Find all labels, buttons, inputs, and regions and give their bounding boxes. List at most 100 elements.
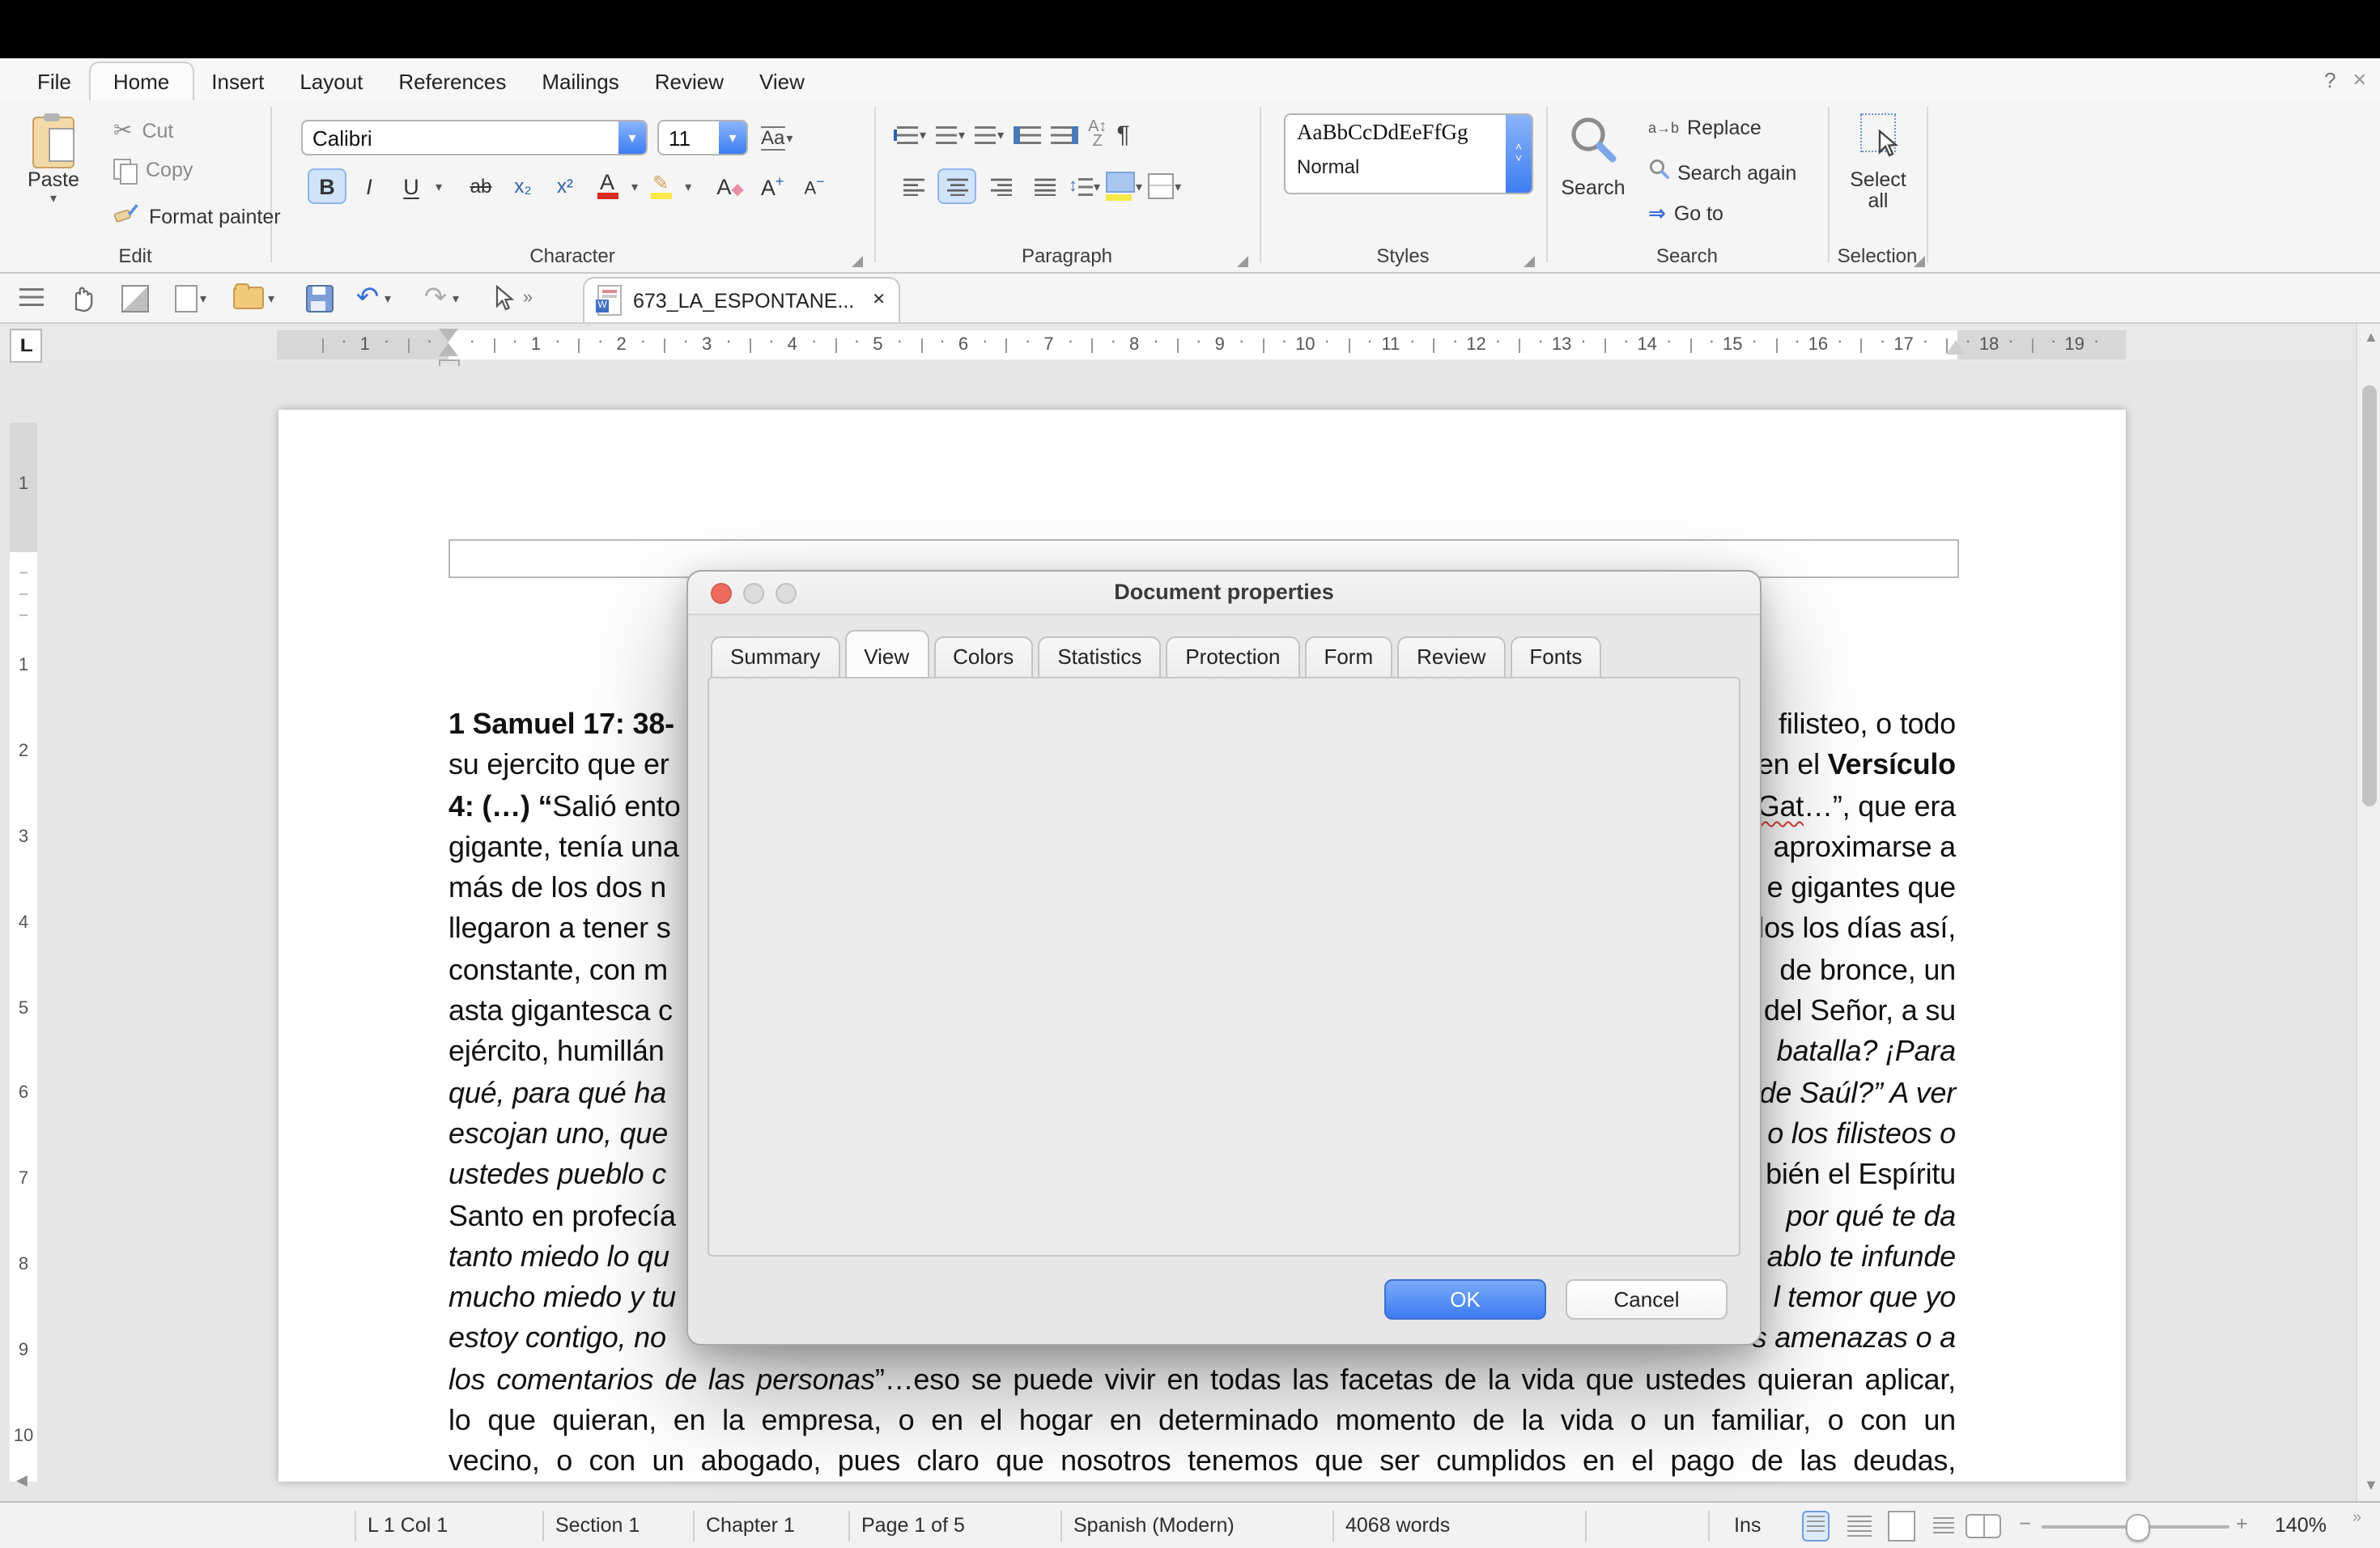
clear-formatting-button[interactable]: A◆	[711, 168, 750, 204]
goto-button[interactable]: ⇒ Go to	[1648, 201, 1723, 227]
dialog-titlebar[interactable]: Document properties	[688, 572, 1760, 615]
cursor-tool-icon[interactable]	[486, 280, 521, 316]
italic-button[interactable]: I	[350, 168, 389, 204]
cancel-button[interactable]: Cancel	[1566, 1279, 1728, 1320]
single-page-view-icon[interactable]	[1802, 1511, 1830, 1542]
right-indent-marker[interactable]	[1946, 340, 1966, 355]
blank-page-view-icon[interactable]	[1888, 1511, 1915, 1542]
underline-button[interactable]: U	[392, 168, 431, 204]
undo-chevron-icon[interactable]: ▾	[379, 280, 395, 316]
new-document-chevron-icon[interactable]: ▾	[194, 280, 210, 316]
zoom-slider-thumb[interactable]	[2126, 1514, 2150, 1542]
sort-icon[interactable]: A↕Z	[1088, 120, 1107, 149]
scroll-up-icon[interactable]: ▲	[2364, 329, 2378, 345]
dialog-tab[interactable]: Fonts	[1510, 636, 1601, 678]
scroll-left-icon[interactable]: ◀	[16, 1472, 28, 1490]
scrollbar-thumb[interactable]	[2361, 385, 2376, 806]
paste-button[interactable]: Paste ▾	[16, 113, 91, 206]
page-number-status[interactable]: Page 1 of 5	[861, 1514, 965, 1537]
ribbon-expand-icon[interactable]	[1914, 256, 1925, 267]
menu-tab[interactable]: Insert	[193, 63, 282, 100]
character-dialog-launcher-icon[interactable]	[852, 256, 863, 267]
word-count-status[interactable]: 4068 words	[1345, 1514, 1450, 1537]
hand-tool-icon[interactable]	[65, 280, 100, 316]
menu-tab[interactable]: Mailings	[524, 63, 636, 100]
sidebar-icon[interactable]	[13, 280, 49, 316]
font-color-button[interactable]: A	[588, 168, 627, 204]
superscript-button[interactable]: x²	[546, 168, 584, 204]
align-right-button[interactable]	[981, 168, 1020, 204]
menu-tab[interactable]: References	[380, 63, 524, 100]
font-color-chevron-icon[interactable]: ▾	[631, 179, 638, 194]
print-preview-icon[interactable]	[117, 280, 152, 316]
tab-close-icon[interactable]: ✕	[872, 291, 886, 309]
style-spinner[interactable]: ˄˅	[1506, 115, 1532, 193]
strikethrough-button[interactable]: ab	[461, 168, 500, 204]
underline-menu-chevron-icon[interactable]: ▾	[436, 179, 442, 194]
format-painter-button[interactable]: Format painter	[113, 201, 281, 232]
formatting-marks-icon[interactable]: ¶	[1116, 121, 1129, 148]
ribbon-collapse-icon[interactable]: ✕	[2352, 69, 2380, 90]
chevron-down-icon[interactable]: ▾	[618, 121, 646, 154]
open-file-icon[interactable]	[230, 280, 266, 316]
open-file-chevron-icon[interactable]: ▾	[262, 280, 278, 316]
scroll-down-icon[interactable]: ▼	[2364, 1477, 2378, 1493]
dialog-tab[interactable]: Statistics	[1038, 636, 1161, 678]
zoom-out-icon[interactable]: −	[2019, 1512, 2031, 1535]
align-left-button[interactable]	[894, 168, 933, 204]
dialog-tab[interactable]: Protection	[1166, 636, 1299, 678]
toolbar-overflow-icon[interactable]: »	[518, 280, 538, 316]
paragraph-dialog-launcher-icon[interactable]	[1237, 256, 1248, 267]
menu-tab[interactable]: Layout	[282, 63, 380, 100]
zoom-in-icon[interactable]: +	[2236, 1512, 2248, 1535]
grow-font-button[interactable]: A+	[753, 168, 792, 204]
dialog-tab[interactable]: Colors	[933, 636, 1033, 678]
font-name-select[interactable]: Calibri ▾	[301, 120, 648, 155]
bullet-list-button[interactable]: ▾	[897, 125, 926, 143]
justify-button[interactable]	[1025, 168, 1064, 204]
decrease-indent-icon[interactable]	[1051, 125, 1078, 143]
line-spacing-button[interactable]: ↕▾	[1069, 176, 1100, 196]
align-center-button[interactable]	[937, 168, 976, 204]
redo-chevron-icon[interactable]: ▾	[447, 280, 463, 316]
document-tab[interactable]: W 673_LA_ESPONTANE... ✕	[583, 277, 900, 322]
chevron-down-icon[interactable]: ▾	[719, 121, 746, 154]
numbered-list-button[interactable]: ▾	[936, 125, 965, 143]
menu-tab[interactable]: View	[742, 63, 822, 100]
indent-marker[interactable]	[439, 329, 458, 356]
zoom-level-status[interactable]: 140%	[2275, 1514, 2327, 1537]
subscript-button[interactable]: x₂	[504, 168, 542, 204]
search-button[interactable]: Search	[1558, 113, 1629, 199]
help-icon[interactable]: ?	[2308, 67, 2352, 91]
menu-tab[interactable]: Home	[89, 62, 193, 100]
language-status[interactable]: Spanish (Modern)	[1073, 1514, 1235, 1537]
menu-tab[interactable]: File	[19, 63, 89, 100]
status-overflow-icon[interactable]: »	[2352, 1509, 2361, 1527]
insert-mode-status[interactable]: Ins	[1734, 1514, 1761, 1537]
copy-button[interactable]: Copy	[113, 159, 193, 181]
font-size-select[interactable]: 11 ▾	[657, 120, 748, 155]
vertical-scrollbar[interactable]: ▲ ▼	[2356, 324, 2380, 1501]
ok-button[interactable]: OK	[1384, 1279, 1546, 1320]
columns-view-icon[interactable]	[1930, 1511, 1957, 1542]
dialog-tab[interactable]: Review	[1397, 636, 1505, 678]
select-all-button[interactable]: Selectall	[1839, 113, 1917, 212]
cut-button[interactable]: ✂ Cut	[113, 117, 173, 144]
menu-tab[interactable]: Review	[637, 63, 742, 100]
styles-dialog-launcher-icon[interactable]	[1524, 256, 1535, 267]
highlight-color-button[interactable]: ✎	[641, 168, 680, 204]
search-again-button[interactable]: Search again	[1648, 159, 1796, 188]
style-picker[interactable]: AaBbCcDdEeFfGg Normal ˄˅	[1284, 113, 1533, 194]
dialog-tab[interactable]: View	[844, 630, 929, 678]
paragraph-background-button[interactable]: ▾	[1105, 172, 1142, 201]
dialog-tab[interactable]: Form	[1304, 636, 1392, 678]
increase-indent-icon[interactable]	[1014, 125, 1041, 143]
outline-list-button[interactable]: ▾	[975, 125, 1004, 143]
replace-button[interactable]: a→b Replace	[1648, 117, 1762, 139]
highlight-chevron-icon[interactable]: ▾	[685, 179, 691, 194]
shrink-font-button[interactable]: A−	[795, 168, 834, 204]
bold-button[interactable]: B	[308, 168, 346, 204]
borders-button[interactable]: ▾	[1147, 173, 1181, 199]
book-view-icon[interactable]	[1966, 1514, 2001, 1538]
change-case-button[interactable]: Aa ▾	[761, 120, 793, 155]
